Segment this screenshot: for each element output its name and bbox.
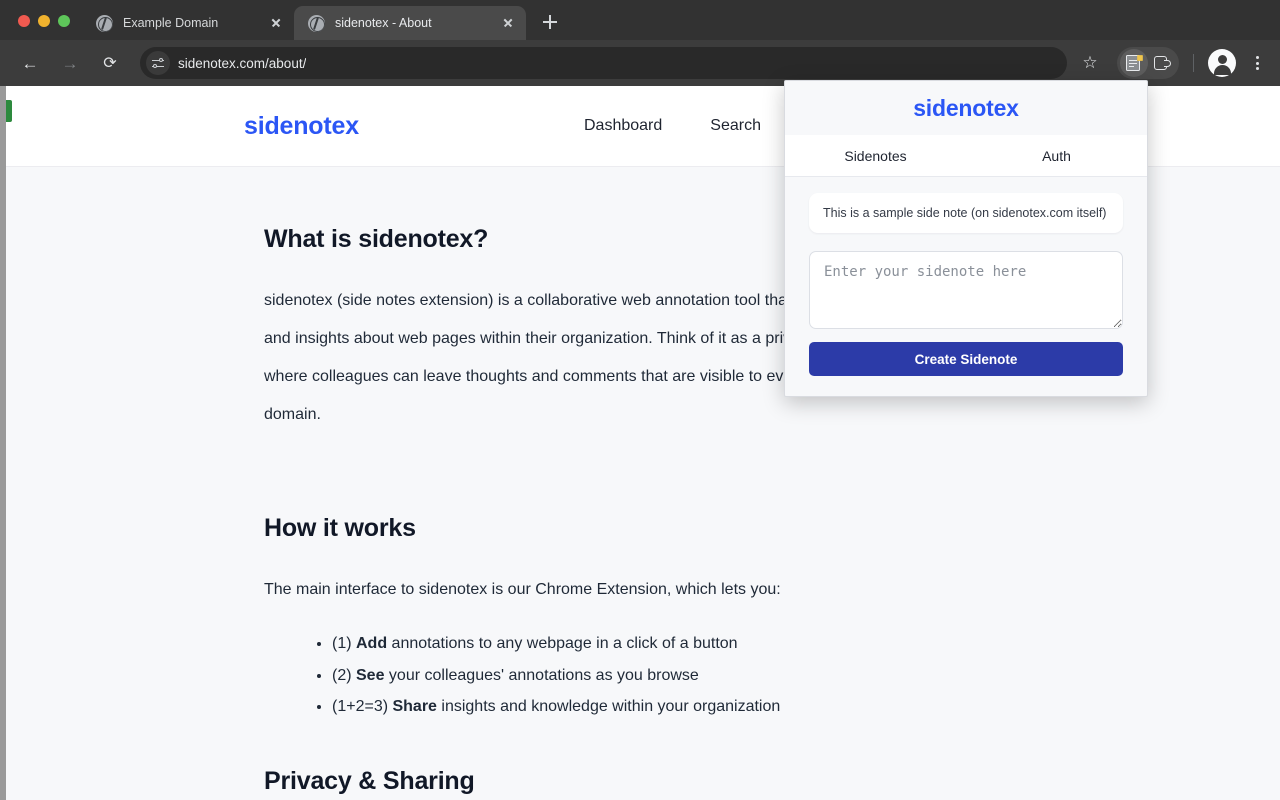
list-item: (1+2=3) Share insights and knowledge wit… — [332, 694, 1280, 720]
tab-title: Example Domain — [123, 16, 219, 30]
list-item-keyword: Share — [392, 698, 437, 715]
popup-body: This is a sample side note (on sidenotex… — [785, 177, 1147, 396]
sidenote-input[interactable] — [809, 251, 1123, 329]
toolbar-divider — [1193, 54, 1194, 72]
back-arrow-icon: ← — [21, 53, 39, 73]
back-button[interactable]: ← — [15, 48, 45, 78]
list-item-keyword: Add — [356, 635, 388, 652]
address-bar[interactable]: sidenotex.com/about/ — [140, 47, 1067, 79]
how-it-works-list: (1) Add annotations to any webpage in a … — [332, 631, 1280, 720]
popup-header: sidenotex — [785, 81, 1147, 135]
extension-popup: sidenotex Sidenotes Auth This is a sampl… — [784, 80, 1148, 397]
tab-sidenotes[interactable]: Sidenotes — [785, 135, 966, 176]
sidenotex-note-icon[interactable] — [1120, 49, 1148, 77]
nav-link-dashboard[interactable]: Dashboard — [584, 117, 662, 135]
list-item-prefix: (1) — [332, 635, 356, 652]
list-item: (1) Add annotations to any webpage in a … — [332, 631, 1280, 657]
three-dot-menu-icon[interactable] — [1244, 48, 1270, 78]
list-item-keyword: See — [356, 666, 385, 684]
list-item-prefix: (1+2=3) — [332, 698, 393, 715]
browser-window: Example Domain sidenotex - About ← → ⟳ s… — [0, 0, 1280, 800]
site-logo[interactable]: sidenotex — [244, 112, 359, 141]
browser-tab-example-domain[interactable]: Example Domain — [82, 6, 294, 40]
section-heading-how-it-works: How it works — [264, 514, 416, 542]
tab-strip: Example Domain sidenotex - About — [0, 0, 1280, 40]
url-text: sidenotex.com/about/ — [178, 55, 307, 71]
forward-button[interactable]: → — [55, 48, 85, 78]
site-settings-icon[interactable] — [146, 51, 170, 75]
close-window-button[interactable] — [18, 15, 30, 27]
section-heading-privacy: Privacy & Sharing — [264, 766, 475, 795]
puzzle-piece-icon[interactable] — [1148, 49, 1176, 77]
forward-arrow-icon: → — [61, 53, 79, 73]
close-tab-button[interactable] — [498, 13, 518, 33]
list-item-prefix: (2) — [332, 666, 356, 684]
reload-button[interactable]: ⟳ — [95, 48, 125, 78]
globe-icon — [308, 14, 325, 32]
bookmark-star-icon[interactable]: ☆ — [1075, 48, 1105, 78]
browser-tab-sidenotex-about[interactable]: sidenotex - About — [294, 6, 526, 40]
list-item-rest: annotations to any webpage in a click of… — [387, 635, 738, 652]
tab-title: sidenotex - About — [335, 16, 432, 30]
site-nav: Dashboard Search — [584, 117, 761, 135]
create-sidenote-button[interactable]: Create Sidenote — [809, 342, 1123, 376]
popup-tab-bar: Sidenotes Auth — [785, 135, 1147, 177]
maximize-window-button[interactable] — [58, 15, 70, 27]
minimize-window-button[interactable] — [38, 15, 50, 27]
sidenote-card[interactable]: This is a sample side note (on sidenotex… — [809, 193, 1123, 233]
list-item-rest: your colleagues' annotations as you brow… — [384, 666, 699, 684]
new-tab-button[interactable] — [536, 8, 564, 36]
section-paragraph-how-it-works: The main interface to sidenotex is our C… — [264, 581, 781, 598]
list-item: (2) See your colleagues' annotations as … — [332, 663, 1280, 689]
avatar-icon[interactable] — [1208, 49, 1236, 77]
reload-icon: ⟳ — [103, 55, 117, 72]
popup-brand-title: sidenotex — [913, 94, 1019, 121]
close-tab-button[interactable] — [266, 13, 286, 33]
globe-icon — [96, 14, 113, 32]
list-item-rest: insights and knowledge within your organ… — [436, 698, 781, 715]
window-controls — [0, 15, 82, 40]
extensions-pill — [1117, 47, 1179, 79]
tab-auth[interactable]: Auth — [966, 135, 1147, 176]
sidenote-edge-marker[interactable] — [6, 100, 12, 122]
nav-link-search[interactable]: Search — [710, 117, 761, 135]
